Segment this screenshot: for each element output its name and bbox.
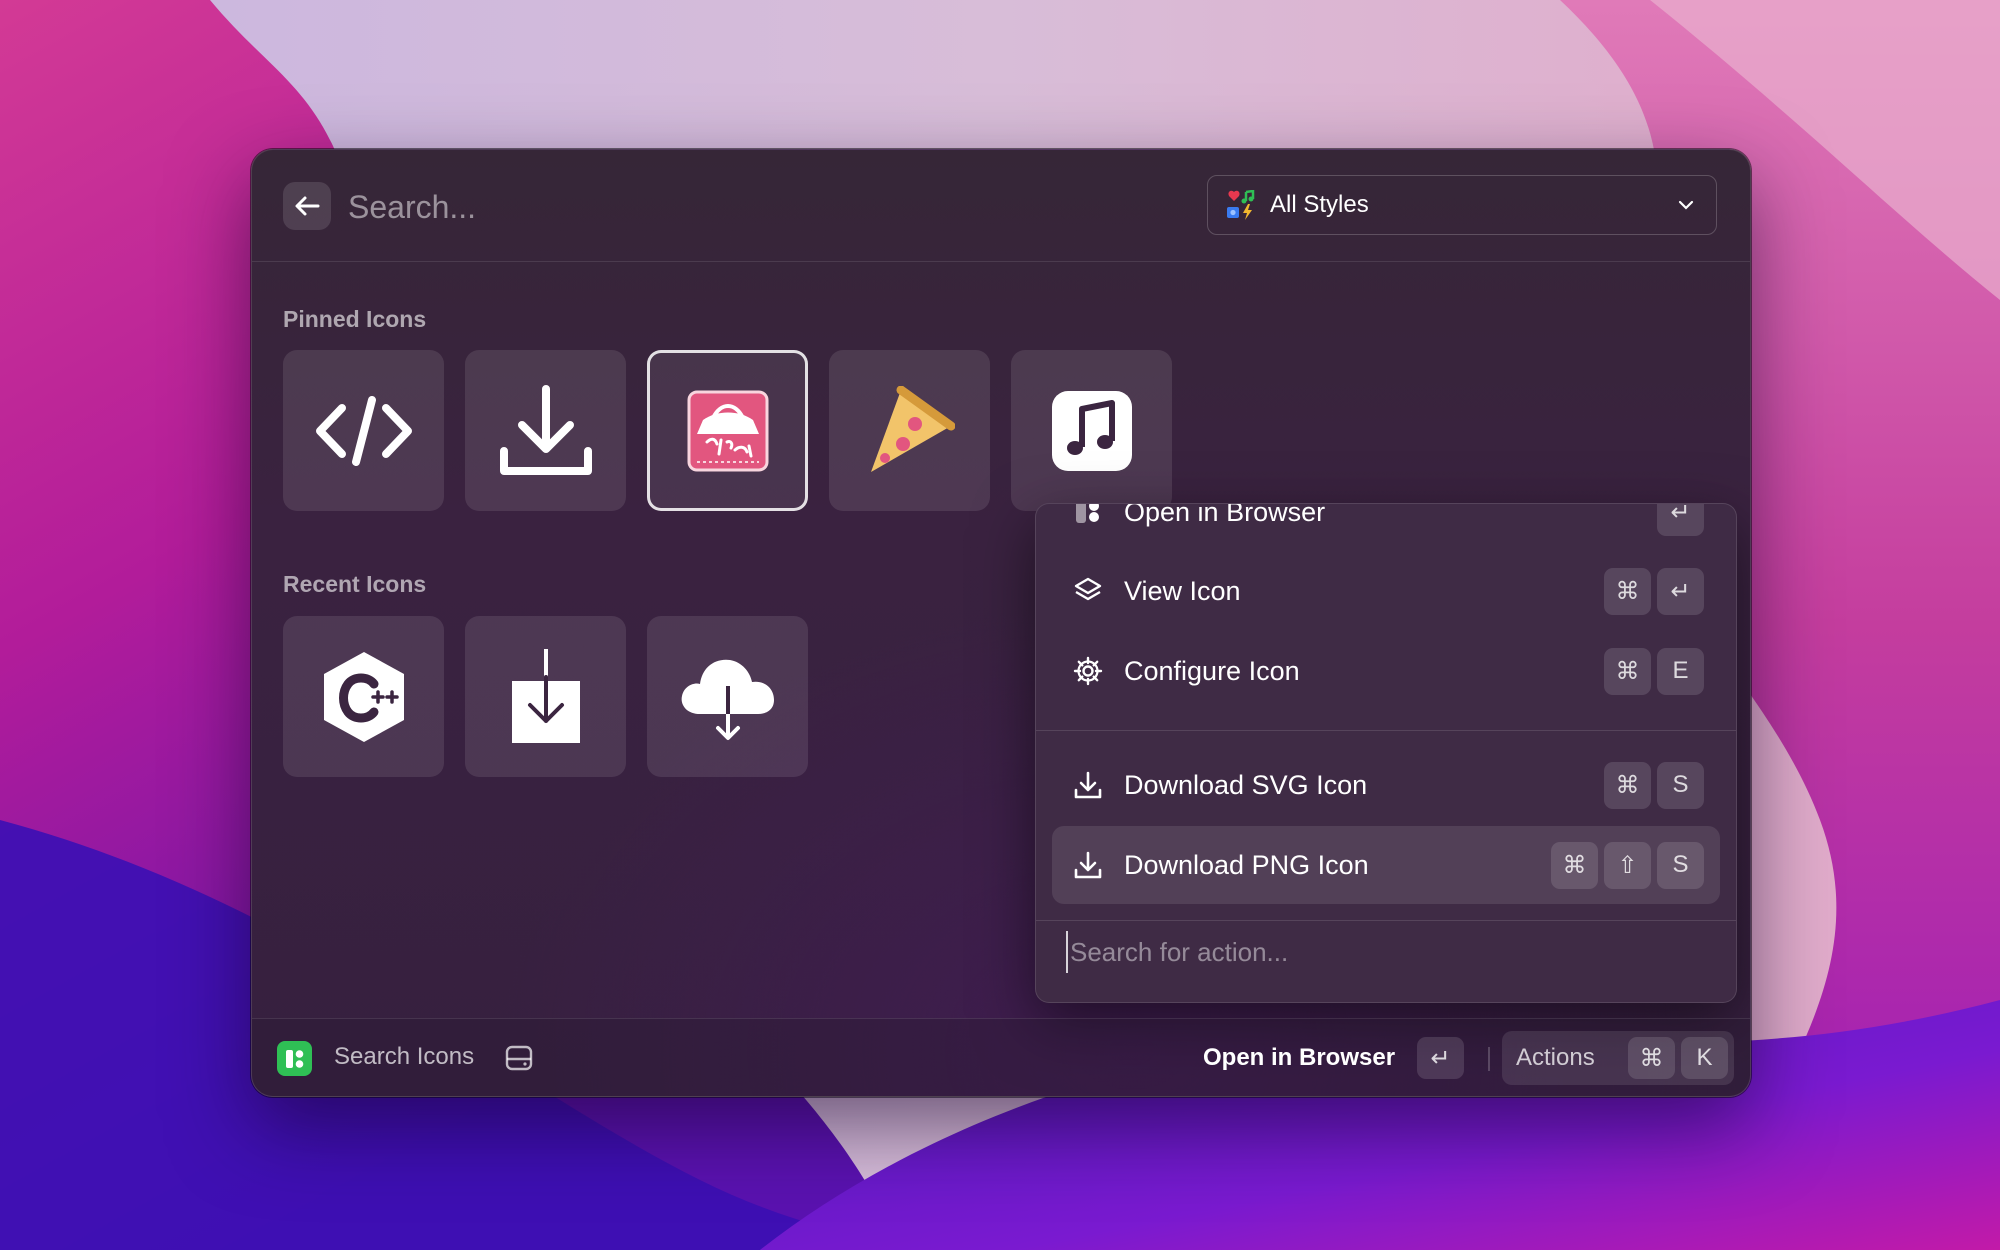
layers-icon	[1072, 575, 1104, 607]
download-icon	[1072, 849, 1104, 881]
enter-key: ↵	[1417, 1037, 1464, 1079]
gear-icon	[1072, 655, 1104, 687]
action-divider	[1036, 920, 1736, 921]
actions-button[interactable]: Actions ⌘ K	[1502, 1031, 1734, 1085]
search-icons-window: All Styles Pinned Icons	[251, 149, 1751, 1097]
actions-label: Actions	[1516, 1044, 1595, 1071]
cpp-icon	[323, 651, 404, 742]
pinned-tile-pizza-slice[interactable]	[829, 350, 990, 511]
enter-key: ↵	[1657, 504, 1704, 536]
recent-icons-heading: Recent Icons	[283, 571, 427, 597]
action-label: View Icon	[1124, 575, 1241, 606]
action-label: Download SVG Icon	[1124, 769, 1368, 800]
app-name: Search Icons	[334, 1043, 475, 1070]
arrow-left-icon	[295, 196, 320, 216]
browser-icon	[1072, 504, 1104, 528]
recent-tile-cpp[interactable]	[283, 616, 444, 777]
enter-key: ↵	[1657, 567, 1704, 615]
action-search-input[interactable]	[1066, 931, 1672, 973]
footer-separator	[1488, 1047, 1490, 1071]
pizza-slice-icon	[870, 385, 955, 472]
action-download-svg[interactable]: Download SVG Icon ⌘ S	[1052, 746, 1720, 824]
emoji-styles-icon	[1227, 190, 1255, 220]
action-configure-icon[interactable]: Configure Icon ⌘ E	[1052, 632, 1720, 710]
action-view-icon[interactable]: View Icon ⌘ ↵	[1052, 552, 1720, 630]
cmd-key: ⌘	[1604, 647, 1651, 695]
pinned-tile-music[interactable]	[1011, 350, 1172, 511]
s-key: S	[1657, 761, 1704, 809]
app-logo-icon	[277, 1041, 312, 1076]
cmd-key: ⌘	[1551, 841, 1598, 889]
action-download-png[interactable]: Download PNG Icon ⌘ ⇧ S	[1052, 826, 1720, 904]
action-panel: Open in Browser ↵ View Icon ⌘ ↵ Configur…	[1035, 503, 1737, 1003]
cmd-key: ⌘	[1628, 1037, 1675, 1079]
shift-key: ⇧	[1604, 841, 1651, 889]
music-note-icon	[1051, 390, 1132, 471]
footer-bar: Search Icons Open in Browser ↵ Actions ⌘…	[252, 1018, 1750, 1096]
pinned-icons-heading: Pinned Icons	[283, 306, 427, 332]
action-label: Download PNG Icon	[1124, 849, 1369, 880]
k-key: K	[1681, 1037, 1728, 1079]
chevron-down-icon	[1678, 200, 1694, 210]
primary-action-button[interactable]: Open in Browser	[1203, 1044, 1395, 1072]
pinned-tile-pizza-hut[interactable]	[647, 350, 808, 511]
e-key: E	[1657, 647, 1704, 695]
search-bar: All Styles	[252, 150, 1750, 262]
cmd-key: ⌘	[1604, 567, 1651, 615]
search-input[interactable]	[346, 180, 1050, 234]
cloud-download-icon	[681, 659, 774, 740]
style-dropdown[interactable]: All Styles	[1207, 175, 1717, 235]
recent-tile-cloud-download[interactable]	[647, 616, 808, 777]
action-open-in-browser[interactable]: Open in Browser ↵	[1052, 503, 1720, 551]
download-box-icon	[511, 648, 580, 743]
code-icon	[315, 395, 412, 466]
pizza-hut-logo-icon	[687, 390, 768, 471]
pinned-tile-code[interactable]	[283, 350, 444, 511]
style-dropdown-value: All Styles	[1270, 191, 1369, 218]
back-button[interactable]	[283, 182, 331, 230]
download-icon	[499, 384, 592, 475]
s-key: S	[1657, 841, 1704, 889]
recent-tile-download-box[interactable]	[465, 616, 626, 777]
pinned-tile-download[interactable]	[465, 350, 626, 511]
action-divider	[1036, 730, 1736, 731]
download-icon	[1072, 769, 1104, 801]
cmd-key: ⌘	[1604, 761, 1651, 809]
action-label: Open in Browser	[1124, 503, 1326, 527]
drive-icon	[504, 1043, 534, 1078]
action-label: Configure Icon	[1124, 655, 1300, 686]
